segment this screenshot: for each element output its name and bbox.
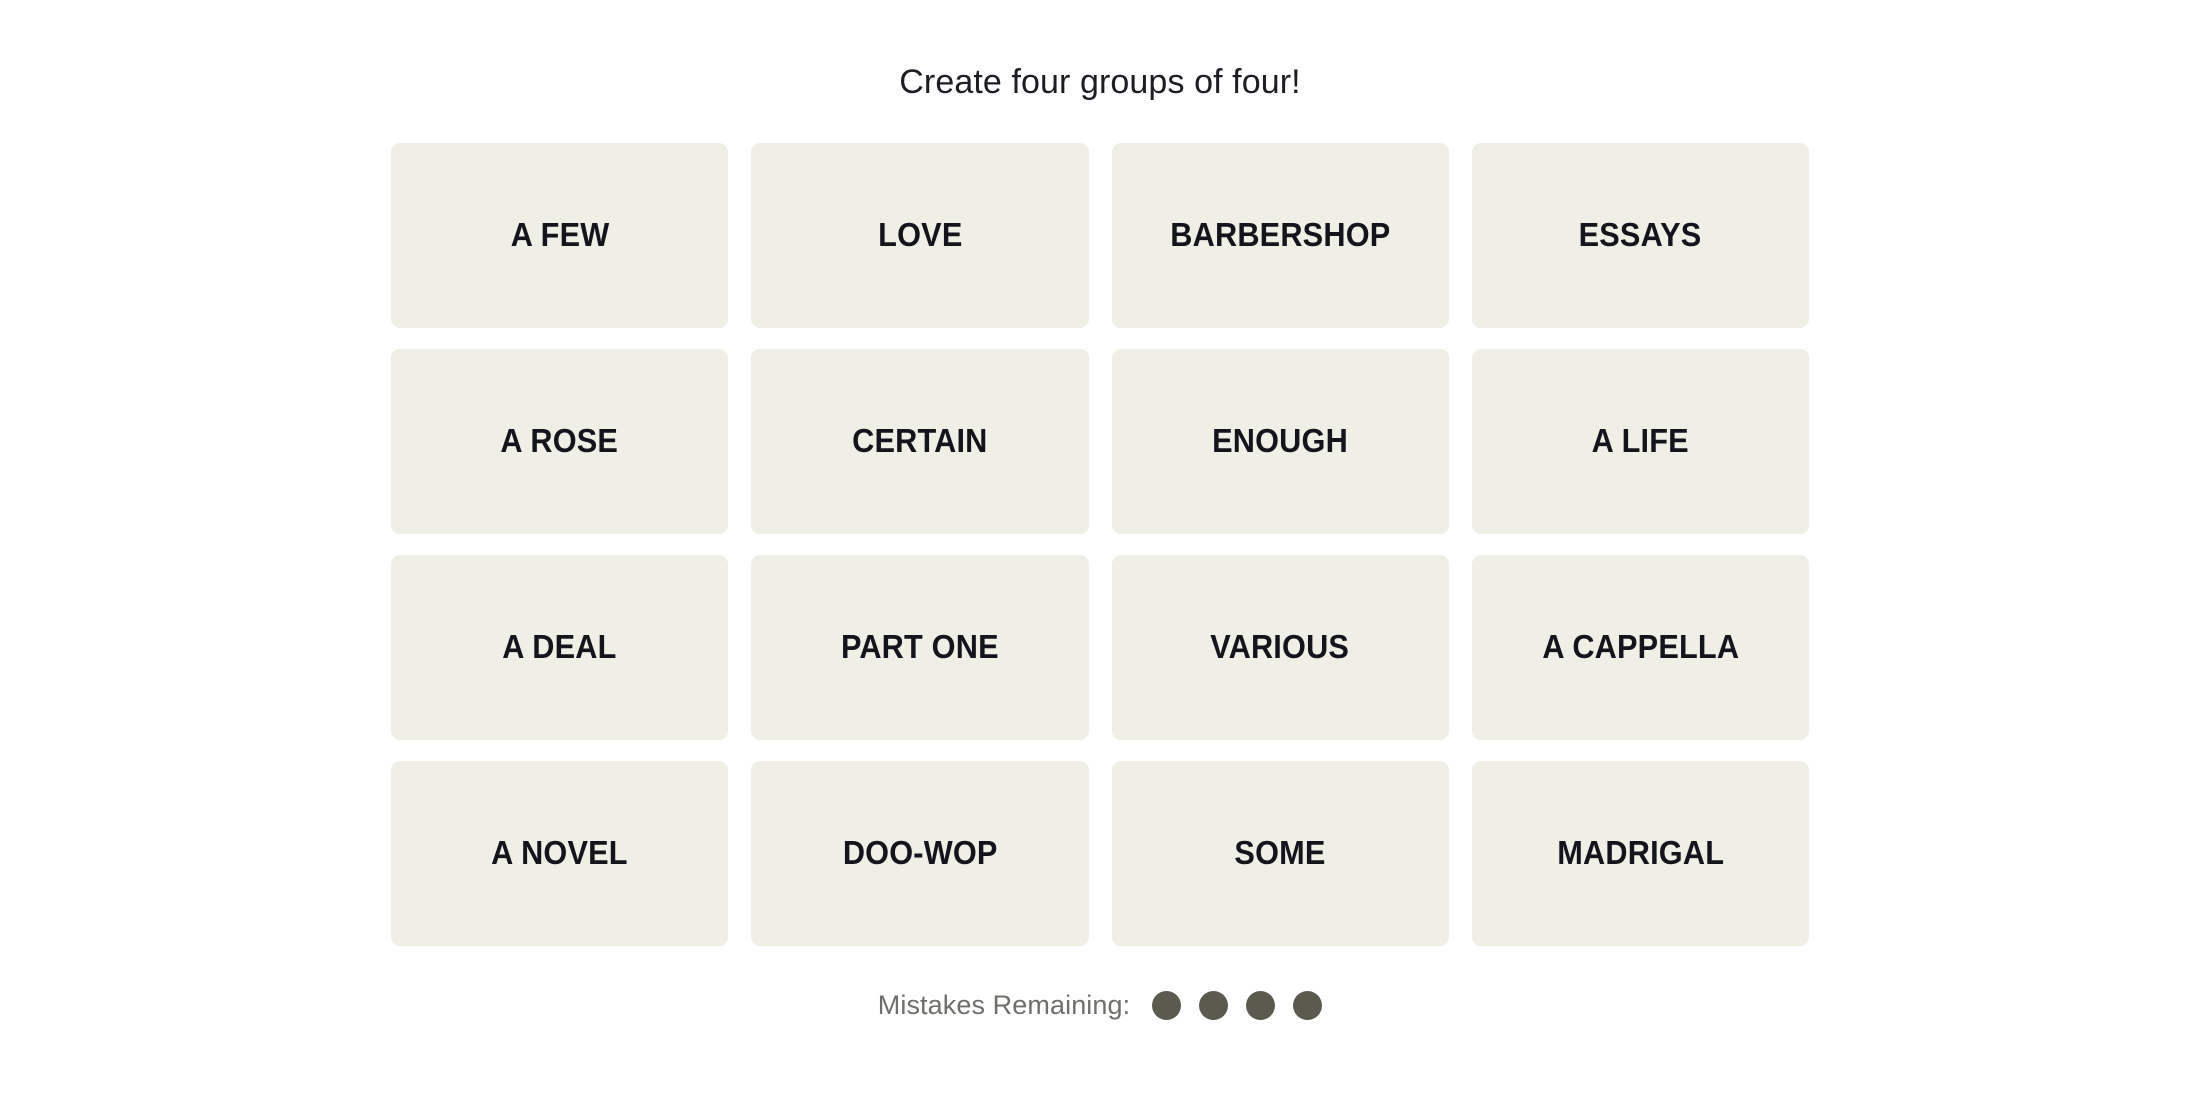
mistake-dot	[1293, 990, 1323, 1020]
word-tile[interactable]: SOME	[1111, 760, 1449, 946]
word-tile[interactable]: DOO-WOP	[751, 760, 1089, 946]
word-tile-label: VARIOUS	[1210, 628, 1350, 666]
mistake-dot	[1246, 990, 1276, 1020]
word-tile-label: PART ONE	[840, 628, 999, 666]
word-tile-grid: A FEW LOVE BARBERSHOP ESSAYS A ROSE CERT…	[391, 142, 1809, 946]
mistakes-dot-group	[1152, 990, 1323, 1020]
word-tile-label: ENOUGH	[1212, 422, 1349, 460]
word-tile-label: A ROSE	[500, 422, 619, 460]
word-tile[interactable]: A DEAL	[391, 554, 729, 740]
word-tile-label: A DEAL	[502, 628, 617, 666]
word-tile[interactable]: MADRIGAL	[1471, 760, 1809, 946]
word-tile[interactable]: A NOVEL	[391, 760, 729, 946]
word-tile-label: A NOVEL	[491, 834, 628, 872]
word-tile-label: BARBERSHOP	[1170, 216, 1391, 254]
word-tile-label: MADRIGAL	[1556, 834, 1724, 872]
mistakes-remaining-label: Mistakes Remaining:	[877, 989, 1131, 1020]
word-tile[interactable]: A LIFE	[1471, 348, 1809, 534]
page-title: Create four groups of four!	[899, 63, 1301, 101]
word-tile[interactable]: VARIOUS	[1111, 554, 1449, 740]
word-tile[interactable]: A ROSE	[391, 348, 729, 534]
mistake-dot	[1199, 990, 1229, 1020]
word-tile[interactable]: BARBERSHOP	[1111, 142, 1449, 328]
word-tile-label: SOME	[1234, 834, 1326, 872]
word-tile-label: A FEW	[510, 216, 609, 254]
word-tile-label: A CAPPELLA	[1541, 628, 1739, 666]
mistake-dot	[1152, 990, 1182, 1020]
word-tile-label: ESSAYS	[1578, 216, 1702, 254]
word-tile-label: CERTAIN	[852, 422, 988, 460]
word-tile[interactable]: ENOUGH	[1111, 348, 1449, 534]
word-tile[interactable]: LOVE	[751, 142, 1089, 328]
word-tile-label: LOVE	[877, 216, 963, 254]
word-tile[interactable]: A CAPPELLA	[1471, 554, 1809, 740]
connections-game: Create four groups of four! A FEW LOVE B…	[0, 0, 2200, 1100]
word-tile[interactable]: CERTAIN	[751, 348, 1089, 534]
word-tile-label: DOO-WOP	[842, 834, 998, 872]
mistakes-remaining: Mistakes Remaining:	[878, 990, 1323, 1021]
word-tile-label: A LIFE	[1591, 422, 1689, 460]
word-tile[interactable]: PART ONE	[751, 554, 1089, 740]
word-tile[interactable]: A FEW	[391, 142, 729, 328]
word-tile[interactable]: ESSAYS	[1471, 142, 1809, 328]
